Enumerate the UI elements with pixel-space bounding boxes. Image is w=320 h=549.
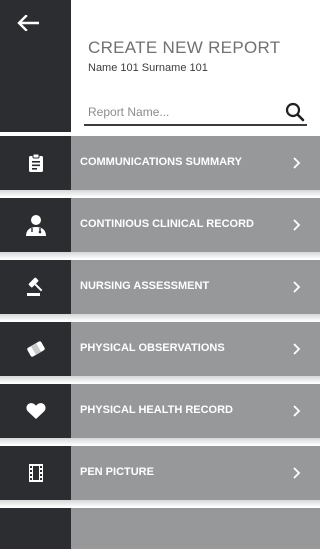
report-item-physical-observations[interactable]: PHYSICAL OBSERVATIONS [0, 322, 320, 383]
chevron-right-icon [293, 405, 301, 417]
report-list: COMMUNICATIONS SUMMARY CONTINIOUS CLINIC… [0, 136, 320, 508]
film-icon [28, 464, 43, 482]
report-item-nursing-assessment[interactable]: NURSING ASSESSMENT [0, 260, 320, 321]
header: CREATE NEW REPORT Name 101 Surname 101 [71, 0, 320, 132]
report-item-label: COMMUNICATIONS SUMMARY [80, 156, 242, 168]
chevron-right-icon [293, 467, 301, 479]
gavel-icon [26, 277, 42, 296]
page-title: CREATE NEW REPORT [88, 38, 281, 57]
report-item-label: PEN PICTURE [80, 466, 154, 478]
chevron-right-icon [293, 219, 301, 231]
report-item-communications-summary[interactable]: COMMUNICATIONS SUMMARY [0, 136, 320, 197]
bandage-icon [26, 341, 45, 357]
chevron-right-icon [293, 343, 301, 355]
create-report-screen: CREATE NEW REPORT Name 101 Surname 101 R… [0, 0, 320, 549]
search-bar [84, 100, 307, 126]
search-button[interactable] [285, 102, 305, 122]
search-icon [285, 102, 305, 122]
report-item-label: NURSING ASSESSMENT [80, 280, 210, 292]
header-sidebar [0, 0, 71, 132]
clipboard-icon [28, 154, 43, 172]
search-input[interactable] [88, 103, 268, 121]
report-item-pen-picture[interactable]: PEN PICTURE [0, 446, 320, 507]
user-name: Name 101 Surname 101 [88, 62, 208, 74]
doctor-icon [25, 215, 46, 236]
report-item-physical-health-record[interactable]: PHYSICAL HEALTH RECORD [0, 384, 320, 445]
arrow-left-icon [17, 15, 39, 31]
report-item-partial[interactable] [0, 508, 320, 549]
back-button[interactable] [13, 9, 43, 37]
report-item-continious-clinical-record[interactable]: CONTINIOUS CLINICAL RECORD [0, 198, 320, 259]
report-item-label: PHYSICAL OBSERVATIONS [80, 342, 225, 354]
report-item-label: PHYSICAL HEALTH RECORD [80, 404, 233, 416]
heart-icon [25, 403, 46, 419]
chevron-right-icon [293, 281, 301, 293]
report-item-label: CONTINIOUS CLINICAL RECORD [80, 218, 254, 230]
chevron-right-icon [293, 157, 301, 169]
